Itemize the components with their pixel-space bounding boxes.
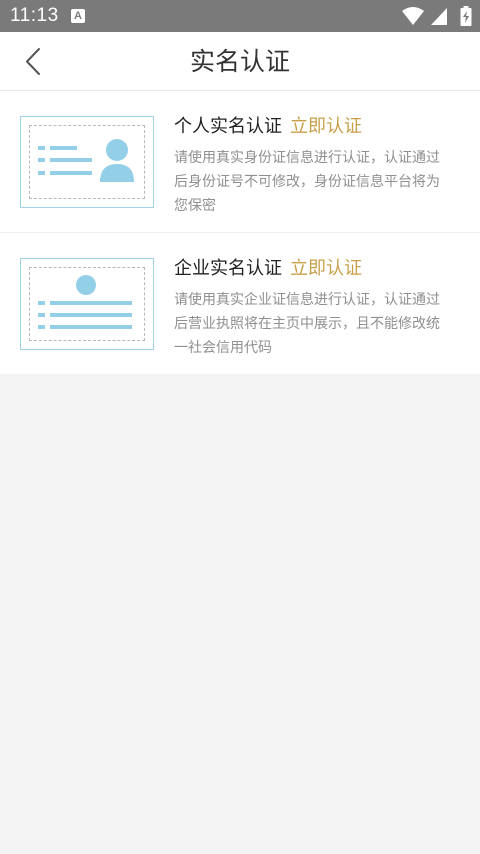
business-title-row: 企业实名认证 立即认证 — [174, 255, 362, 283]
status-time: 11:13 — [10, 5, 59, 26]
app-header: 实名认证 — [0, 32, 480, 91]
battery-charging-icon — [460, 6, 472, 26]
a-icon: A — [71, 9, 85, 23]
business-verify-now-link[interactable]: 立即认证 — [290, 258, 362, 279]
personal-verify-now-link[interactable]: 立即认证 — [290, 116, 362, 137]
verification-list: 个人实名认证 立即认证 请使用真实身份证信息进行认证，认证通过后身份证号不可修改，… — [0, 91, 480, 374]
personal-verification-title: 个人实名认证 — [174, 116, 282, 137]
page-title: 实名认证 — [189, 47, 290, 76]
business-license-icon — [20, 258, 154, 350]
personal-verification-item[interactable]: 个人实名认证 立即认证 请使用真实身份证信息进行认证，认证通过后身份证号不可修改，… — [0, 91, 480, 232]
status-bar: 11:13 A — [0, 0, 480, 32]
wifi-icon — [402, 7, 424, 25]
signal-icon — [431, 8, 447, 25]
business-verification-description: 请使用真实企业证信息进行认证，认证通过后营业执照将在主页中展示，且不能修改统一社… — [174, 292, 440, 356]
personal-verification-description: 请使用真实身份证信息进行认证，认证通过后身份证号不可修改，身份证信息平台将为您保… — [174, 150, 440, 214]
personal-title-row: 个人实名认证 立即认证 — [174, 113, 362, 141]
business-verification-title: 企业实名认证 — [174, 258, 282, 279]
id-card-icon — [20, 116, 154, 208]
business-verification-item[interactable]: 企业实名认证 立即认证 请使用真实企业证信息进行认证，认证通过后营业执照将在主页中… — [0, 232, 480, 374]
